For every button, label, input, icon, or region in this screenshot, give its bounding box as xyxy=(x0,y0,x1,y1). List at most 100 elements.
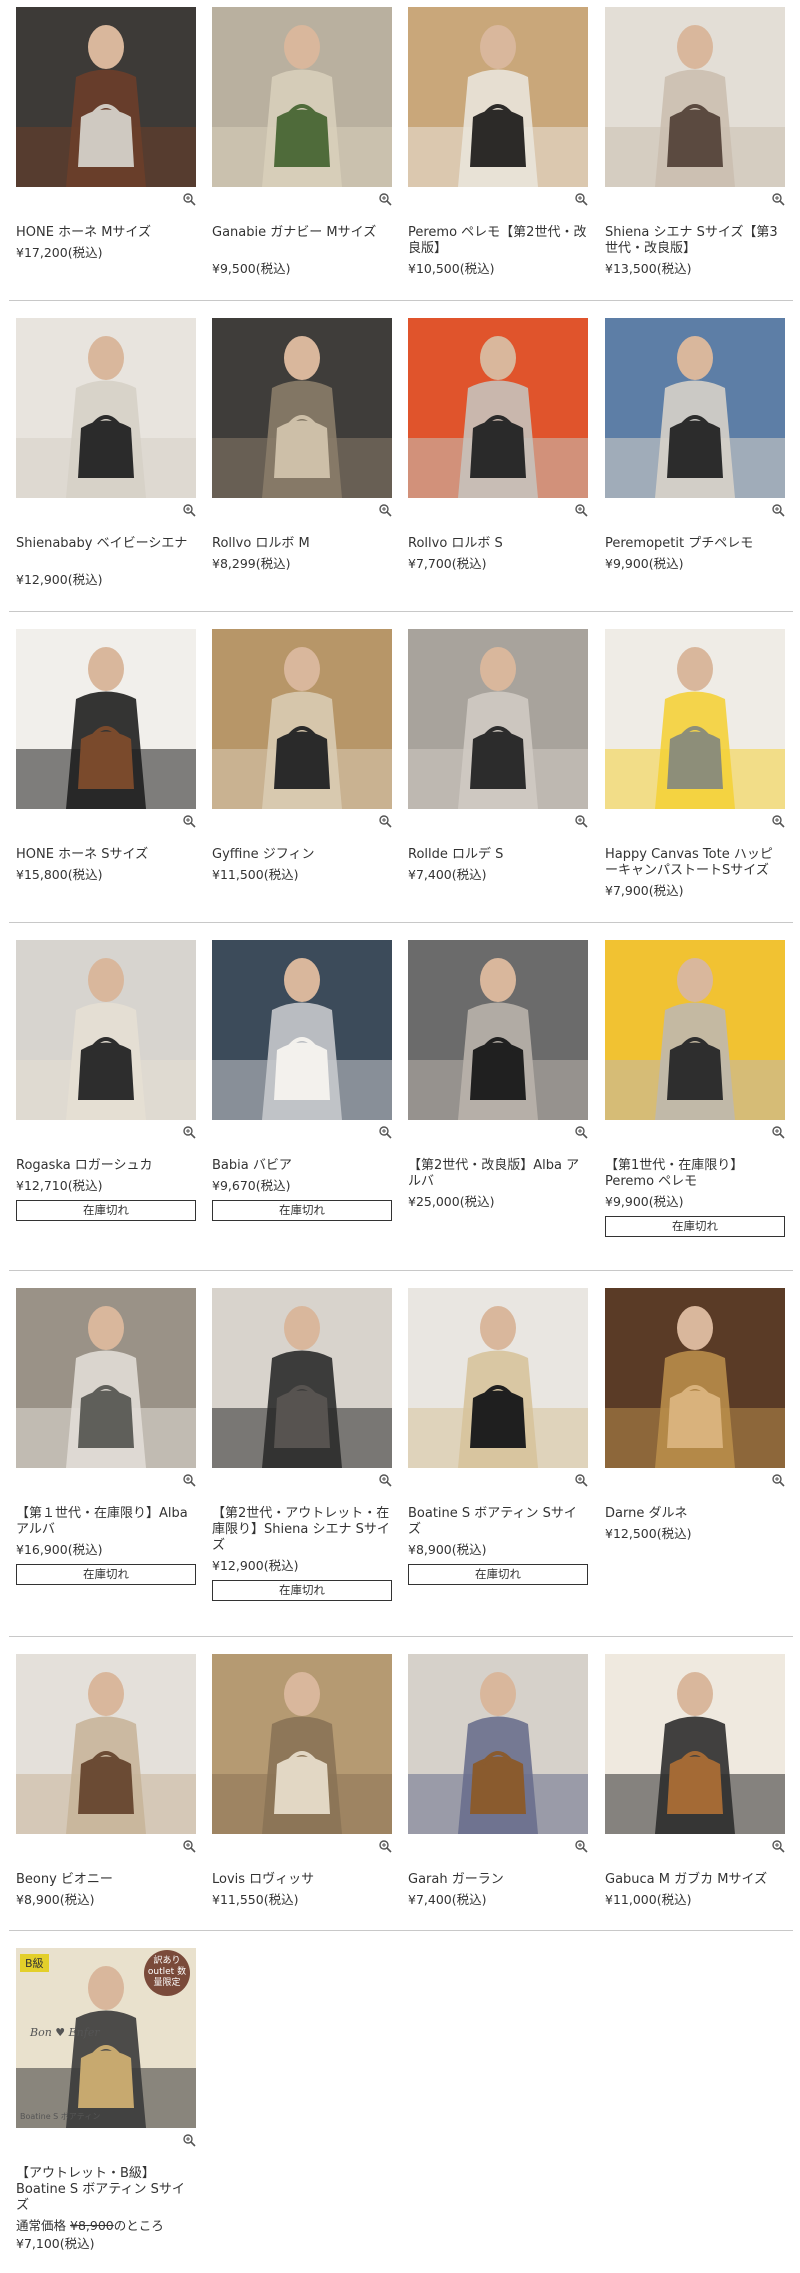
product-name[interactable]: 【第2世代・改良版】Alba アルバ xyxy=(408,1158,588,1190)
product-card[interactable]: Gabuca M ガブカ Mサイズ ¥11,000(税込) xyxy=(605,1654,785,1907)
zoom-icon[interactable] xyxy=(182,1472,196,1487)
product-card[interactable]: Rollvo ロルボ M ¥8,299(税込) xyxy=(212,318,392,571)
product-image[interactable] xyxy=(16,940,196,1120)
sold-out-button[interactable]: 在庫切れ xyxy=(212,1200,392,1221)
sold-out-button[interactable]: 在庫切れ xyxy=(408,1564,588,1585)
product-name[interactable]: Boatine S ボアティン Sサイズ xyxy=(408,1506,588,1538)
zoom-icon[interactable] xyxy=(182,502,196,517)
product-card[interactable]: Ganabie ガナビー Mサイズ ¥9,500(税込) xyxy=(212,7,392,276)
product-card[interactable]: Rollvo ロルボ S ¥7,700(税込) xyxy=(408,318,588,571)
product-image[interactable] xyxy=(212,940,392,1120)
product-image[interactable] xyxy=(212,7,392,187)
product-name[interactable]: Rollvo ロルボ S xyxy=(408,536,588,552)
product-name[interactable]: Happy Canvas Tote ハッピーキャンパストートSサイズ xyxy=(605,847,785,879)
product-card[interactable]: Lovis ロヴィッサ ¥11,550(税込) xyxy=(212,1654,392,1907)
zoom-icon[interactable] xyxy=(378,813,392,828)
product-image[interactable] xyxy=(212,1288,392,1468)
product-card[interactable]: Darne ダルネ ¥12,500(税込) xyxy=(605,1288,785,1541)
product-name[interactable]: Babia バビア xyxy=(212,1158,392,1174)
zoom-icon[interactable] xyxy=(574,1124,588,1139)
zoom-icon[interactable] xyxy=(574,813,588,828)
product-image[interactable] xyxy=(212,1654,392,1834)
product-card[interactable]: 【第2世代・アウトレット・在庫限り】Shiena シエナ Sサイズ ¥12,900… xyxy=(212,1288,392,1601)
product-name[interactable]: Lovis ロヴィッサ xyxy=(212,1872,392,1888)
product-name[interactable]: Rollde ロルデ S xyxy=(408,847,588,863)
product-image[interactable] xyxy=(408,1654,588,1834)
zoom-icon[interactable] xyxy=(771,191,785,206)
zoom-icon[interactable] xyxy=(771,813,785,828)
sold-out-button[interactable]: 在庫切れ xyxy=(605,1216,785,1237)
zoom-icon[interactable] xyxy=(574,1472,588,1487)
product-card[interactable]: 【第2世代・改良版】Alba アルバ ¥25,000(税込) xyxy=(408,940,588,1209)
product-image[interactable] xyxy=(16,629,196,809)
product-image[interactable] xyxy=(408,7,588,187)
zoom-icon[interactable] xyxy=(771,502,785,517)
product-image[interactable] xyxy=(605,1654,785,1834)
product-card[interactable]: Gyffine ジフィン ¥11,500(税込) xyxy=(212,629,392,882)
product-name[interactable]: Darne ダルネ xyxy=(605,1506,785,1522)
product-card[interactable]: Boatine S ボアティン Sサイズ ¥8,900(税込) 在庫切れ xyxy=(408,1288,588,1585)
product-image[interactable] xyxy=(16,318,196,498)
product-image[interactable] xyxy=(605,1288,785,1468)
product-name[interactable]: Shiena シエナ Sサイズ【第3世代・改良版】 xyxy=(605,225,785,257)
product-image[interactable]: B級 訳あり outlet 数量限定 Bon ♥ Enfer Boatine S ボア… xyxy=(16,1948,196,2128)
product-image[interactable] xyxy=(408,1288,588,1468)
product-name[interactable]: 【第１世代・在庫限り】Alba アルバ xyxy=(16,1506,196,1538)
zoom-icon[interactable] xyxy=(771,1472,785,1487)
product-name[interactable]: Peremopetit プチペレモ xyxy=(605,536,785,552)
product-card[interactable]: 【第1世代・在庫限り】Peremo ペレモ ¥9,900(税込) 在庫切れ xyxy=(605,940,785,1237)
zoom-icon[interactable] xyxy=(574,502,588,517)
product-name[interactable]: Gyffine ジフィン xyxy=(212,847,392,863)
sold-out-button[interactable]: 在庫切れ xyxy=(16,1200,196,1221)
product-image[interactable] xyxy=(605,629,785,809)
product-name[interactable]: Garah ガーラン xyxy=(408,1872,588,1888)
product-card[interactable]: Rollde ロルデ S ¥7,400(税込) xyxy=(408,629,588,882)
sold-out-button[interactable]: 在庫切れ xyxy=(212,1580,392,1601)
zoom-icon[interactable] xyxy=(378,1472,392,1487)
product-name[interactable]: Ganabie ガナビー Mサイズ xyxy=(212,225,392,241)
zoom-icon[interactable] xyxy=(771,1838,785,1853)
product-card[interactable]: HONE ホーネ Mサイズ ¥17,200(税込) xyxy=(16,7,196,260)
sold-out-button[interactable]: 在庫切れ xyxy=(16,1564,196,1585)
product-card[interactable]: 【第１世代・在庫限り】Alba アルバ ¥16,900(税込) 在庫切れ xyxy=(16,1288,196,1585)
product-card[interactable]: HONE ホーネ Sサイズ ¥15,800(税込) xyxy=(16,629,196,882)
product-image[interactable] xyxy=(16,7,196,187)
zoom-icon[interactable] xyxy=(771,1124,785,1139)
zoom-icon[interactable] xyxy=(182,1124,196,1139)
zoom-icon[interactable] xyxy=(182,1838,196,1853)
zoom-icon[interactable] xyxy=(574,1838,588,1853)
product-card[interactable]: Garah ガーラン ¥7,400(税込) xyxy=(408,1654,588,1907)
product-card[interactable]: B級 訳あり outlet 数量限定 Bon ♥ Enfer Boatine S ボア… xyxy=(16,1948,196,2251)
product-image[interactable] xyxy=(16,1654,196,1834)
product-image[interactable] xyxy=(212,629,392,809)
zoom-icon[interactable] xyxy=(378,502,392,517)
product-name[interactable]: 【第2世代・アウトレット・在庫限り】Shiena シエナ Sサイズ xyxy=(212,1506,392,1554)
product-image[interactable] xyxy=(605,318,785,498)
product-name[interactable]: HONE ホーネ Sサイズ xyxy=(16,847,196,863)
product-image[interactable] xyxy=(605,7,785,187)
zoom-icon[interactable] xyxy=(378,1838,392,1853)
product-name[interactable]: HONE ホーネ Mサイズ xyxy=(16,225,196,241)
product-name[interactable]: Peremo ペレモ【第2世代・改良版】 xyxy=(408,225,588,257)
product-image[interactable] xyxy=(408,318,588,498)
product-name[interactable]: Shienababy ベイビーシエナ xyxy=(16,536,196,552)
zoom-icon[interactable] xyxy=(182,2132,196,2147)
product-name[interactable]: Gabuca M ガブカ Mサイズ xyxy=(605,1872,785,1888)
product-image[interactable] xyxy=(605,940,785,1120)
zoom-icon[interactable] xyxy=(182,813,196,828)
product-image[interactable] xyxy=(16,1288,196,1468)
zoom-icon[interactable] xyxy=(574,191,588,206)
product-image[interactable] xyxy=(408,940,588,1120)
product-name[interactable]: Rollvo ロルボ M xyxy=(212,536,392,552)
zoom-icon[interactable] xyxy=(378,1124,392,1139)
product-name[interactable]: Beony ビオニー xyxy=(16,1872,196,1888)
product-card[interactable]: Shiena シエナ Sサイズ【第3世代・改良版】 ¥13,500(税込) xyxy=(605,7,785,276)
product-card[interactable]: Shienababy ベイビーシエナ ¥12,900(税込) xyxy=(16,318,196,587)
product-image[interactable] xyxy=(408,629,588,809)
product-card[interactable]: Rogaska ロガーシュカ ¥12,710(税込) 在庫切れ xyxy=(16,940,196,1221)
product-card[interactable]: Peremopetit プチペレモ ¥9,900(税込) xyxy=(605,318,785,571)
product-name[interactable]: 【アウトレット・B級】Boatine S ボアティン Sサイズ xyxy=(16,2166,196,2214)
product-card[interactable]: Beony ビオニー ¥8,900(税込) xyxy=(16,1654,196,1907)
product-card[interactable]: Babia バビア ¥9,670(税込) 在庫切れ xyxy=(212,940,392,1221)
product-card[interactable]: Happy Canvas Tote ハッピーキャンパストートSサイズ ¥7,900… xyxy=(605,629,785,898)
